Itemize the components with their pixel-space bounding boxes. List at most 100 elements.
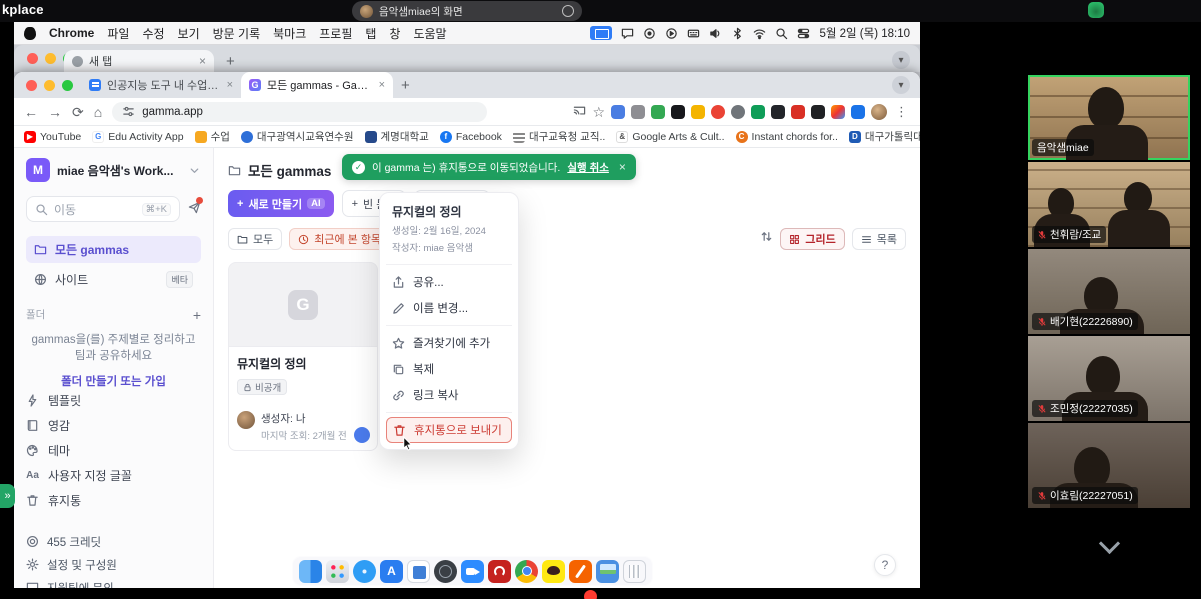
chrome-icon[interactable] — [515, 560, 538, 583]
close-tab-icon[interactable]: × — [227, 79, 233, 91]
invite-button[interactable] — [188, 201, 201, 217]
menu-history[interactable]: 방문 기록 — [213, 25, 261, 42]
bookmark-daegu-edu[interactable]: 대구광역시교육연수원 — [241, 129, 354, 144]
settings-globe-icon[interactable] — [434, 560, 457, 583]
view-list-button[interactable]: 목록 — [852, 228, 906, 250]
extension-icon[interactable] — [751, 105, 765, 119]
participant-tile[interactable]: 음악샘miae — [1028, 75, 1190, 160]
finder-icon[interactable] — [299, 560, 322, 583]
screen-share-indicator-icon[interactable] — [590, 26, 612, 40]
participant-tile[interactable]: 이효림(22227051) — [1028, 423, 1190, 508]
search-icon[interactable] — [775, 27, 788, 40]
bookmark-edu-activity[interactable]: GEdu Activity App — [92, 131, 183, 143]
workspace-switcher[interactable]: M miae 음악샘's Work... — [26, 158, 201, 182]
extension-icon[interactable] — [771, 105, 785, 119]
books-icon[interactable] — [407, 560, 430, 583]
home-icon[interactable]: ⌂ — [94, 105, 102, 119]
search-input[interactable]: 이동 ⌘+K — [26, 196, 180, 222]
participant-tile[interactable]: 천휘람/조교 — [1028, 162, 1190, 247]
safari-icon[interactable] — [353, 560, 376, 583]
menu-edit[interactable]: 수정 — [142, 25, 164, 42]
menu-item-rename[interactable]: 이름 변경... — [386, 295, 512, 321]
kakaotalk-icon[interactable] — [542, 560, 565, 583]
extension-icon[interactable] — [611, 105, 625, 119]
collapse-participants-button[interactable] — [1098, 533, 1119, 554]
background-browser-window[interactable]: 새 탭 × + ▾ — [14, 45, 920, 72]
apple-icon[interactable] — [24, 27, 36, 40]
card-thumbnail[interactable]: G — [228, 262, 378, 346]
filter-recently-viewed[interactable]: 최근에 본 항목 — [289, 228, 390, 250]
collaborator-avatar[interactable] — [354, 427, 370, 443]
extension-icon[interactable] — [731, 105, 745, 119]
address-bar[interactable]: gamma.app — [112, 102, 487, 122]
extension-icon[interactable] — [791, 105, 805, 119]
extension-icon[interactable] — [671, 105, 685, 119]
help-button[interactable]: ? — [874, 554, 896, 576]
menu-item-copy-link[interactable]: 링크 복사 — [386, 382, 512, 408]
volume-icon[interactable] — [709, 27, 722, 40]
sort-icon[interactable] — [760, 230, 773, 248]
participant-tile[interactable]: 조민정(22227035) — [1028, 336, 1190, 421]
menu-item-duplicate[interactable]: 복제 — [386, 356, 512, 382]
tab-search-icon[interactable]: ▾ — [892, 76, 910, 94]
menu-tab[interactable]: 탭 — [365, 25, 376, 42]
menu-profiles[interactable]: 프로필 — [319, 25, 352, 42]
forward-icon[interactable]: → — [48, 105, 62, 119]
sidebar-item-templates[interactable]: 템플릿 — [26, 388, 201, 413]
display-icon[interactable] — [596, 560, 619, 583]
dock-trash-icon[interactable] — [623, 560, 646, 583]
filter-all[interactable]: 모두 — [228, 228, 282, 250]
bookmark-class[interactable]: 수업 — [195, 129, 230, 144]
screen-share-pill[interactable]: 음악샘miae의 화면 — [352, 1, 582, 21]
bookmark-catholic-univ[interactable]: D대구가톨릭대학교 교.. — [849, 129, 920, 144]
toast-close-icon[interactable]: × — [619, 160, 626, 174]
launchpad-icon[interactable] — [326, 560, 349, 583]
menu-window[interactable]: 창 — [389, 25, 400, 42]
extension-icon[interactable] — [811, 105, 825, 119]
close-button[interactable] — [26, 80, 37, 91]
credits-item[interactable]: 455 크레딧 — [26, 530, 201, 553]
add-folder-button[interactable]: + — [193, 308, 201, 322]
new-tab-button[interactable]: + — [401, 77, 410, 94]
play-icon[interactable] — [665, 27, 678, 40]
menu-item-favorite[interactable]: 즐겨찾기에 추가 — [386, 330, 512, 356]
zoom-button[interactable] — [62, 80, 73, 91]
profile-avatar[interactable] — [871, 104, 887, 120]
menu-bookmarks[interactable]: 북마크 — [273, 25, 306, 42]
close-tab-icon[interactable]: × — [379, 79, 385, 91]
participant-tile[interactable]: 배기현(22226890) — [1028, 249, 1190, 334]
menu-view[interactable]: 보기 — [178, 25, 200, 42]
bookmark-daegu-office[interactable]: 대구교육청 교직.. — [513, 129, 605, 144]
bookmark-facebook[interactable]: fFacebook — [440, 131, 502, 143]
tab-new-tab[interactable]: 새 탭 × — [64, 50, 214, 72]
contact-support-item[interactable]: 지원팀에 문의 — [26, 576, 201, 588]
browser-menu-icon[interactable]: ⋮ — [893, 104, 910, 120]
sidebar-item-sites[interactable]: 사이트 베타 — [26, 266, 201, 293]
view-grid-button[interactable]: 그리드 — [780, 228, 844, 250]
acrobat-icon[interactable] — [488, 560, 511, 583]
bookmark-keimyung[interactable]: 계명대학교 — [365, 129, 429, 144]
reload-icon[interactable]: ⟳ — [72, 105, 84, 119]
tab-all-gammas[interactable]: G 모든 gammas - Gamma × — [241, 72, 393, 98]
sidebar-item-themes[interactable]: 테마 — [26, 438, 201, 463]
bookmark-youtube[interactable]: ▶YouTube — [24, 131, 81, 143]
back-icon[interactable]: ← — [24, 105, 38, 119]
undo-link[interactable]: 실행 취소 — [567, 160, 609, 175]
wifi-icon[interactable] — [753, 27, 766, 40]
minimize-button[interactable] — [45, 53, 56, 64]
extension-icon[interactable] — [711, 105, 725, 119]
tab-ai-tools[interactable]: 인공지능 도구 내 수업에 적용하기 × — [81, 72, 241, 98]
bookmark-star-icon[interactable]: ☆ — [592, 105, 605, 119]
sidebar-item-inspiration[interactable]: 영감 — [26, 413, 201, 438]
chat-icon[interactable] — [621, 27, 634, 40]
minimize-button[interactable] — [44, 80, 55, 91]
control-center-icon[interactable] — [797, 27, 810, 40]
create-folder-link[interactable]: 폴더 만들기 또는 가입 — [26, 373, 201, 389]
menu-item-share[interactable]: 공유... — [386, 269, 512, 295]
topbar-status-icon[interactable] — [1088, 2, 1104, 18]
gamma-card[interactable]: G 뮤지컬의 정의 비공개 생성자: 나 — [228, 262, 378, 451]
menu-help[interactable]: 도움말 — [413, 25, 446, 42]
share-controls-toggle[interactable]: » — [0, 484, 15, 508]
close-tab-icon[interactable]: × — [199, 54, 206, 68]
extension-icon[interactable] — [851, 105, 865, 119]
